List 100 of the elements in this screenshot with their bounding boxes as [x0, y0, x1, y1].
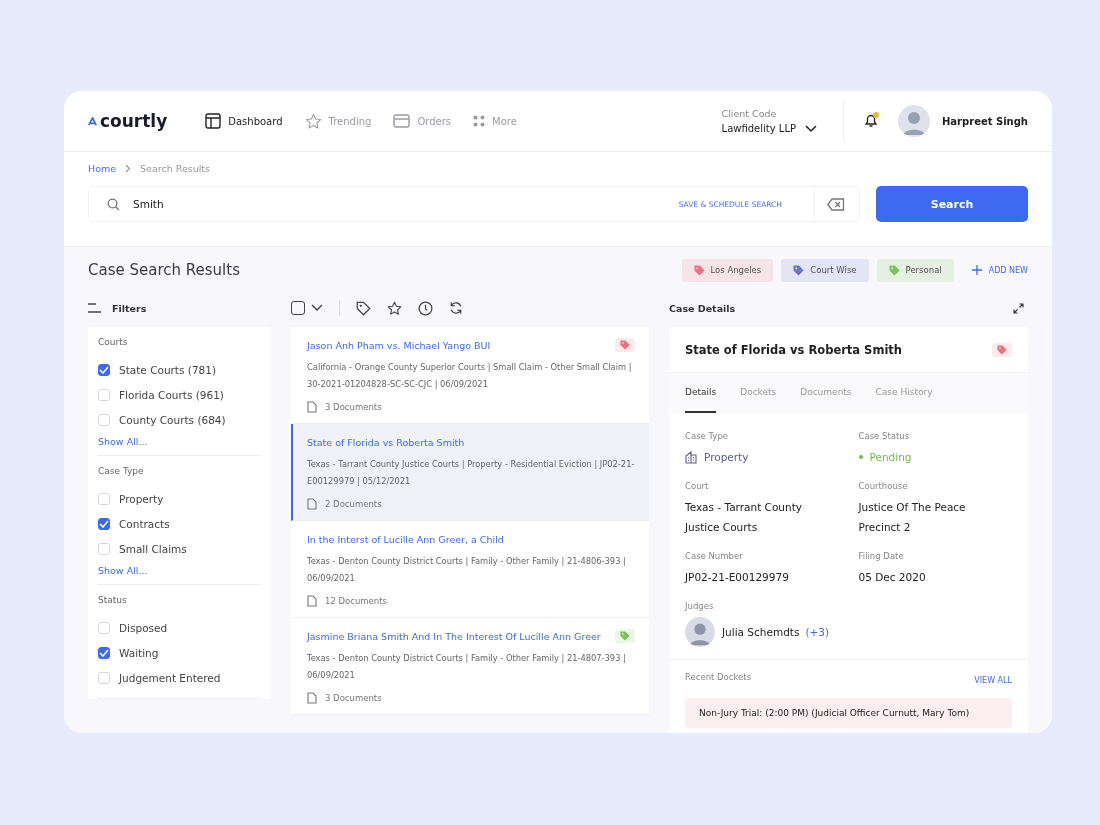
field-label: Courthouse	[858, 481, 909, 491]
field-label: Case Type	[685, 431, 730, 441]
filter-group-title: Courts	[98, 337, 129, 347]
document-icon	[307, 401, 317, 413]
search-icon	[107, 197, 120, 211]
field-value: Justice Of The Peace Precinct 2	[858, 500, 967, 535]
judge-name: Julia Schemdts	[722, 626, 800, 638]
add-new-link[interactable]: ADD NEW	[971, 265, 1028, 275]
field-value: Pending	[869, 450, 912, 465]
filter-option-label: Waiting	[119, 646, 159, 659]
client-code-label: Client Code	[721, 108, 778, 119]
filter-option-label: Contracts	[119, 517, 170, 530]
filters-heading: Filters	[112, 302, 147, 314]
expand-icon[interactable]	[1013, 302, 1024, 314]
case-meta: Texas - Denton County District Courts | Family - Other Family | 21-4807-393 | 06/09/2021	[307, 652, 627, 682]
tag-chip[interactable]: Court Wise	[781, 258, 869, 282]
case-meta: Texas - Tarrant County Justice Courts | Property - Residential Eviction | JP02-21-E00129979 | 05/12/2021	[307, 458, 635, 488]
nav-link[interactable]: Trending	[304, 112, 372, 130]
notifications-button[interactable]	[862, 112, 880, 130]
field-label: Judges	[685, 601, 715, 611]
documents-count: 3 Documents	[325, 402, 382, 412]
field-label: Case Status	[858, 431, 911, 441]
case-meta: California - Orange County Superior Courts | Small Claim - Other Small Claim | 30-2021-01204828-SC-SC-CJC | 06/09/2021	[307, 361, 633, 391]
filter-option-label: Disposed	[119, 621, 168, 634]
search-button[interactable]: Search	[876, 186, 1028, 222]
select-all-checkbox[interactable]	[291, 301, 305, 315]
tab[interactable]: Details	[685, 373, 717, 413]
logo-icon	[88, 116, 97, 126]
client-select[interactable]: Lawfidelity LLP	[721, 123, 817, 134]
avatar[interactable]	[898, 105, 930, 137]
tab[interactable]: Documents	[800, 373, 852, 413]
chevron-down-icon	[805, 124, 817, 133]
case-title-link[interactable]: State of Florida vs Roberta Smith	[307, 436, 465, 448]
result-card[interactable]: Jasmine Briana Smith And In The Interest Of Lucille Ann Greer Texas - Denton County District Courts | Family - Other Family | 21-4807-393 | 06/09/2021 3 Documents	[291, 618, 649, 715]
filter-group-title: Status	[98, 595, 128, 605]
star-icon	[304, 112, 322, 130]
chevron-right-icon	[125, 164, 132, 173]
documents-count: 2 Documents	[325, 499, 382, 509]
nav-link[interactable]: Orders	[393, 112, 452, 130]
document-icon	[307, 498, 317, 510]
more-judges-link[interactable]: (+3)	[805, 626, 830, 638]
user-name: Harpreet Singh	[942, 115, 1028, 127]
filter-option-label: County Courts (684)	[119, 413, 226, 426]
field-label: Filing Date	[858, 551, 905, 561]
filter-icon	[88, 303, 102, 313]
field-label: Court	[685, 481, 710, 491]
breadcrumb-link[interactable]: Search Results	[140, 163, 211, 174]
tag-badge[interactable]	[992, 342, 1012, 357]
card-icon	[393, 114, 411, 128]
bell-icon	[863, 112, 879, 128]
field-value: Property	[704, 450, 749, 465]
filter-group-title: Case Type	[98, 466, 145, 476]
nav-link[interactable]: Dashboard	[205, 112, 283, 130]
filter-option-label: Small Claims	[119, 542, 187, 555]
chevron-down-icon[interactable]	[311, 304, 323, 312]
checkbox[interactable]	[98, 363, 110, 376]
details-heading: Case Details	[669, 302, 736, 314]
tag-badge[interactable]	[615, 338, 635, 352]
refresh-icon[interactable]	[449, 301, 463, 315]
filter-option-label: Property	[119, 492, 164, 505]
show-all-link[interactable]: Show All...	[98, 436, 261, 447]
filter-option-label: Judgement Entered	[119, 671, 221, 684]
case-meta: Texas - Denton County District Courts | Family - Other Family | 21-4806-393 | 06/09/2021	[307, 555, 627, 585]
case-title-link[interactable]: Jasmine Briana Smith And In The Interest Of Lucille Ann Greer	[307, 630, 601, 642]
tag-chip[interactable]: Los Angeles	[681, 258, 774, 282]
field-label: Case Number	[685, 551, 744, 561]
breadcrumb-link[interactable]: Home	[88, 163, 117, 174]
document-icon	[307, 595, 317, 607]
case-title: State of Florida vs Roberta Smith	[685, 342, 902, 357]
grid-dots-icon	[473, 115, 486, 127]
logo-text: courtly	[100, 111, 168, 131]
status-dot	[858, 455, 863, 459]
case-title-link[interactable]: In the Interst of Lucille Ann Greer, a Child	[307, 533, 504, 545]
tab[interactable]: Dockets	[740, 373, 777, 413]
nav-link[interactable]: More	[473, 112, 517, 130]
recent-dockets-label: Recent Dockets	[685, 672, 752, 682]
result-card[interactable]: In the Interst of Lucille Ann Greer, a Child Texas - Denton County District Courts | Family - Other Family | 21-4806-393 | 06/09/2021 12 Documents	[291, 521, 649, 618]
checkbox[interactable]	[98, 646, 110, 659]
field-value: 05 Dec 2020	[858, 570, 927, 585]
docket-item[interactable]: Non-Jury Trial: (2:00 PM) (Judicial Officer Curnutt, Mary Tom)	[685, 698, 1012, 728]
checkbox[interactable]	[98, 517, 110, 530]
field-value: JP02-21-E00129979	[685, 570, 790, 585]
building-icon	[685, 450, 697, 464]
tag-chip[interactable]: Personal	[876, 258, 954, 282]
document-icon	[307, 692, 317, 704]
star-icon[interactable]	[387, 300, 402, 316]
documents-count: 12 Documents	[325, 596, 387, 606]
view-all-link[interactable]: VIEW ALL	[974, 675, 1012, 685]
tag-icon[interactable]	[356, 300, 371, 316]
search-input[interactable]: Smith	[131, 197, 679, 211]
clear-icon[interactable]	[827, 197, 845, 211]
field-value: Texas - Tarrant County Justice Courts	[685, 500, 803, 535]
page-title: Case Search Results	[88, 261, 240, 279]
documents-count: 3 Documents	[325, 693, 382, 703]
tab[interactable]: Case History	[875, 373, 933, 413]
clock-icon[interactable]	[418, 300, 433, 316]
show-all-link[interactable]: Show All...	[98, 565, 261, 576]
filter-option-label: State Courts (781)	[119, 363, 217, 376]
result-card[interactable]: State of Florida vs Roberta Smith Texas - Tarrant County Justice Courts | Property - Residential Eviction | JP02-21-E00129979 | 05/12/2021 2 Documents	[291, 424, 649, 521]
case-title-link[interactable]: Jason Anh Pham vs. Michael Yango BUI	[307, 339, 491, 351]
